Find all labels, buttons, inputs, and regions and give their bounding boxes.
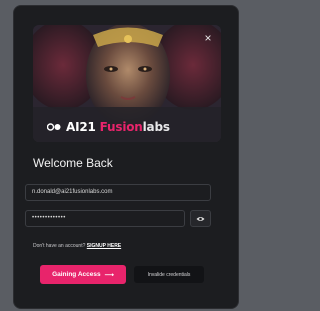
fusion-logo-icon: [47, 123, 61, 131]
brand-fusion: Fusion: [99, 120, 143, 134]
brand-labs: labs: [142, 120, 170, 134]
signup-text: Don't have an account?: [33, 243, 86, 249]
password-field[interactable]: •••••••••••••: [25, 210, 185, 227]
hero-image: × AI21 Fusionlabs: [33, 25, 221, 142]
show-password-button[interactable]: [190, 210, 211, 227]
close-icon: ×: [204, 31, 212, 45]
email-field[interactable]: n.donald@ai21fusionlabs.com: [25, 184, 211, 201]
eye-icon: [196, 216, 205, 221]
brand-logo: AI21 Fusionlabs: [47, 120, 170, 134]
status-badge: Invalide credentials: [134, 266, 204, 283]
signup-prompt: Don't have an account? SIGNUP HERE: [33, 243, 121, 249]
gaining-access-label: Gaining Access: [52, 271, 101, 278]
signup-link[interactable]: SIGNUP HERE: [87, 243, 121, 249]
page-title: Welcome Back: [33, 156, 113, 170]
close-button[interactable]: ×: [201, 31, 215, 45]
gaining-access-button[interactable]: Gaining Access ⟶: [40, 265, 126, 284]
brand-ai: AI21: [66, 120, 96, 134]
arrow-right-icon: ⟶: [104, 271, 114, 279]
brand-name: AI21 Fusionlabs: [66, 120, 170, 134]
